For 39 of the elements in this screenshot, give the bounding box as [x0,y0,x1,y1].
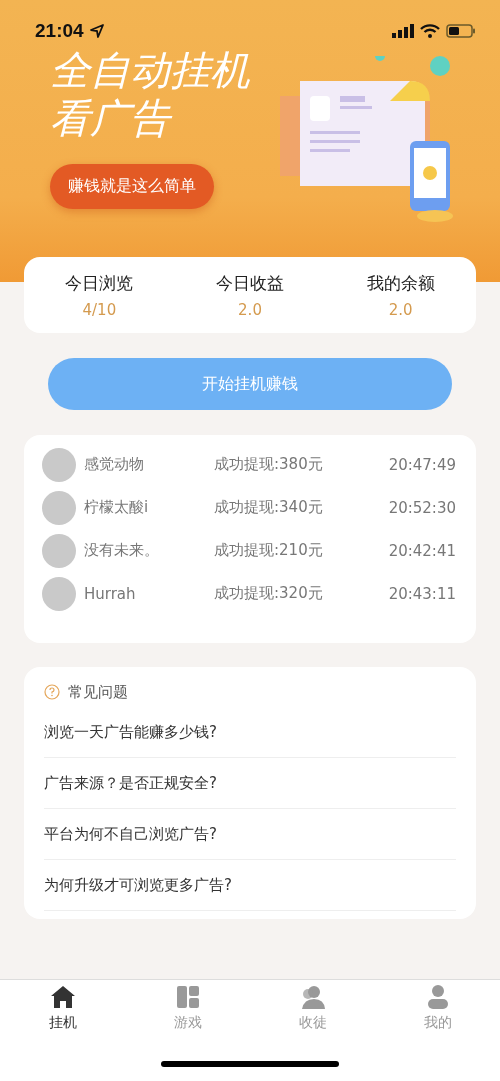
stat-value: 2.0 [238,300,262,319]
banner-title: 全自动挂机 [50,46,250,94]
withdrawal-text: 成功提现:340元 [214,498,324,517]
faq-title: 常见问题 [68,682,128,702]
stat-label: 我的余额 [366,271,435,295]
user-name: 没有未来。 [84,541,160,560]
signal-icon [392,24,414,38]
house-icon [49,984,76,1010]
slogan-button[interactable]: 赚钱就是这么简单 [50,164,214,209]
tab[interactable]: 挂机 [0,984,125,1046]
user-name: 感觉动物 [84,455,145,474]
avatar [42,533,76,568]
withdrawal-text: 成功提现:320元 [214,584,324,603]
help-icon [44,684,60,700]
withdrawal-time: 20:47:49 [388,455,456,474]
faq-question[interactable]: 为何升级才可浏览更多广告? [44,860,456,911]
faq-question[interactable]: 广告来源？是否正规安全? [44,758,456,809]
stat-value: 4/10 [82,300,117,319]
location-arrow-icon [89,24,104,38]
stat-label: 今日浏览 [65,271,134,295]
user-name: 柠檬太酸i [84,498,150,517]
withdrawal-text: 成功提现:210元 [214,541,324,560]
withdrawal-time: 20:43:11 [388,584,456,603]
avatar [42,447,76,482]
withdrawal-time: 20:52:30 [388,498,456,517]
stat-value: 2.0 [388,300,413,319]
faq-question[interactable]: 浏览一天广告能赚多少钱? [44,707,456,758]
faq-question[interactable]: 平台为何不自己浏览广告? [44,809,456,860]
avatar [42,490,76,525]
people-icon [299,984,326,1010]
withdrawal-time: 20:42:41 [388,541,456,560]
user-name: Hurrah [84,584,137,603]
wifi-icon [420,24,440,38]
status-time: 21:04 [35,20,84,42]
grid-icon [174,984,201,1010]
stat-label: 今日收益 [216,271,284,295]
battery-icon [446,24,476,38]
withdrawal-text: 成功提现:380元 [214,455,324,474]
avatar [42,576,76,611]
